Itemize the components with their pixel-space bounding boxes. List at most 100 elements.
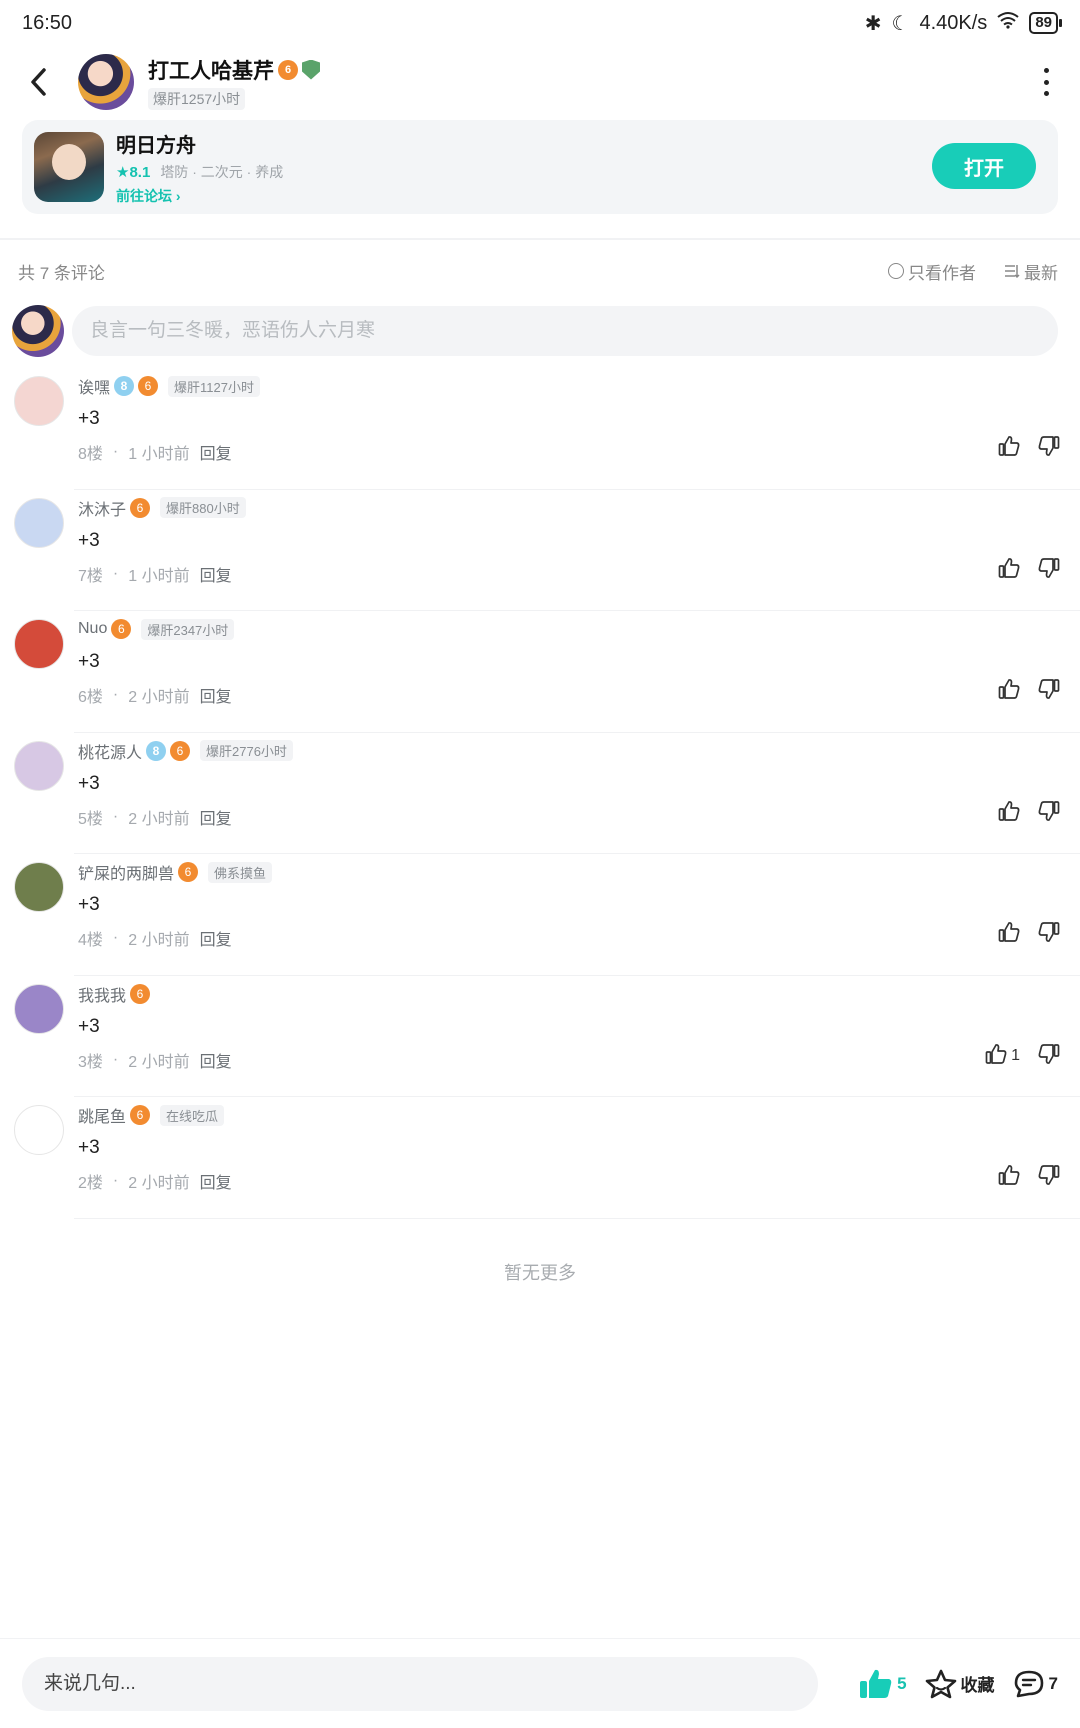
reply-button[interactable]: 回复 [200, 440, 232, 464]
net-speed: 4.40K/s [919, 11, 988, 34]
like-button[interactable] [998, 921, 1020, 948]
comment-item: 诶嘿 8 6 爆肝1127小时 +3 8楼 · 1 小时前 回复 [0, 368, 1080, 490]
game-card[interactable]: 明日方舟 ★8.1 塔防 · 二次元 · 养成 前往论坛 › 打开 [22, 120, 1058, 214]
commenter-avatar[interactable] [14, 740, 64, 791]
status-bar: 16:50 ✱ ☾ 4.40K/s 89 [0, 0, 1080, 46]
comment-item: 桃花源人 8 6 爆肝2776小时 +3 5楼 · 2 小时前 回复 [0, 733, 1080, 855]
badge-icon: 6 [170, 740, 191, 761]
back-button[interactable] [22, 65, 56, 99]
comment-floor: 3楼 [78, 1053, 103, 1071]
comment-time: 2 小时前 [128, 1175, 190, 1192]
commenter-avatar[interactable] [14, 862, 64, 912]
moon-icon: ☾ [891, 12, 910, 35]
thumbs-up-icon [998, 800, 1020, 827]
dislike-button[interactable] [1038, 435, 1060, 462]
comments-header: 共 7 条评论 只看作者 最新 [0, 240, 1080, 302]
dislike-button[interactable] [1038, 921, 1060, 948]
like-button[interactable] [998, 435, 1020, 462]
comment-item: 我我我 6 +3 3楼 · 2 小时前 回复 1 [0, 976, 1080, 1098]
thumbs-down-icon [1038, 1043, 1060, 1070]
comment-text: +3 [78, 408, 100, 429]
comments-button[interactable]: 7 [1013, 1669, 1058, 1699]
thumbs-down-icon [1038, 678, 1060, 705]
like-button[interactable] [998, 1164, 1020, 1191]
comment-item: 沐沐子 6 爆肝880小时 +3 7楼 · 1 小时前 回复 [0, 490, 1080, 612]
comment-floor: 5楼 [78, 810, 103, 828]
commenter-avatar[interactable] [14, 1105, 64, 1155]
star-icon [925, 1669, 956, 1698]
collect-button[interactable]: 收藏 [925, 1669, 995, 1699]
commenter-name[interactable]: 铲屎的两脚兽 [78, 860, 174, 884]
thumbs-up-icon [998, 1164, 1020, 1191]
comment-time: 2 小时前 [128, 689, 190, 706]
sort-button[interactable]: 最新 [1004, 259, 1058, 284]
commenter-avatar[interactable] [14, 619, 64, 669]
more-options-button[interactable] [1040, 68, 1052, 96]
author-only-label: 只看作者 [908, 263, 976, 283]
comment-time: 1 小时前 [128, 567, 190, 585]
commenter-name[interactable]: 桃花源人 [78, 739, 142, 763]
reply-button[interactable]: 回复 [200, 926, 232, 950]
thumbs-down-icon [1038, 1164, 1060, 1191]
commenter-avatar[interactable] [14, 376, 64, 426]
dislike-button[interactable] [1038, 1043, 1060, 1070]
like-button[interactable]: 1 [985, 1043, 1020, 1070]
commenter-name[interactable]: 我我我 [78, 982, 126, 1006]
thumbs-down-icon [1038, 435, 1060, 462]
shield-badge-icon [302, 59, 320, 80]
dislike-button[interactable] [1038, 1164, 1060, 1191]
comment-item: 跳尾鱼 6 在线吃瓜 +3 2楼 · 2 小时前 回复 [0, 1097, 1080, 1219]
like-button[interactable] [998, 678, 1020, 705]
reply-button[interactable]: 回复 [200, 805, 232, 829]
comment-input-row [0, 302, 1080, 360]
author-name[interactable]: 打工人哈基芹 [148, 55, 274, 85]
bottom-comment-input[interactable] [22, 1656, 818, 1711]
commenter-name[interactable]: Nuo [78, 620, 107, 638]
author-hours-tag: 爆肝1257小时 [148, 87, 246, 110]
open-game-button[interactable]: 打开 [932, 143, 1036, 189]
dot-icon [1043, 68, 1049, 73]
commenter-name[interactable]: 沐沐子 [78, 496, 126, 520]
comment-text: +3 [78, 1015, 100, 1037]
comment-text: +3 [78, 772, 100, 794]
commenter-tag: 佛系摸鱼 [208, 861, 273, 883]
comment-floor: 8楼 [78, 446, 103, 463]
game-icon [34, 132, 104, 202]
commenter-avatar[interactable] [14, 983, 64, 1034]
my-avatar [12, 305, 64, 357]
thumbs-down-icon [1038, 557, 1060, 584]
thumbs-up-icon [998, 921, 1020, 948]
comment-text: +3 [78, 1137, 100, 1158]
reply-button[interactable]: 回复 [200, 562, 232, 586]
reply-button[interactable]: 回复 [200, 1169, 232, 1193]
game-info: 明日方舟 ★8.1 塔防 · 二次元 · 养成 前往论坛 › [116, 129, 283, 206]
like-button[interactable] [998, 800, 1020, 827]
like-button[interactable] [998, 557, 1020, 584]
like-post-button[interactable]: 5 [859, 1668, 907, 1700]
commenter-name[interactable]: 诶嘿 [78, 374, 110, 398]
author-info: 打工人哈基芹 6 爆肝1257小时 [148, 55, 320, 110]
no-more-label: 暂无更多 [504, 1262, 576, 1283]
game-score: ★8.1 [116, 163, 151, 181]
wifi-icon [997, 11, 1019, 35]
author-only-toggle[interactable]: 只看作者 [888, 259, 976, 284]
dislike-button[interactable] [1038, 557, 1060, 584]
author-avatar[interactable] [78, 54, 134, 110]
comment-text: +3 [78, 894, 100, 915]
comment-input[interactable] [72, 306, 1058, 356]
game-tags: 塔防 · 二次元 · 养成 [160, 163, 284, 180]
forum-link[interactable]: 前往论坛 › [116, 186, 283, 206]
reply-button[interactable]: 回复 [200, 1048, 232, 1072]
section-divider [0, 214, 1080, 240]
commenter-name[interactable]: 跳尾鱼 [78, 1103, 126, 1127]
dislike-button[interactable] [1038, 800, 1060, 827]
comment-list: 诶嘿 8 6 爆肝1127小时 +3 8楼 · 1 小时前 回复 沐沐子 6 爆肝880小时 +3 7楼 ·… [0, 368, 1080, 1219]
reply-button[interactable]: 回复 [200, 683, 232, 707]
comment-total: 7 [1048, 1673, 1058, 1693]
commenter-avatar[interactable] [14, 497, 64, 548]
dislike-button[interactable] [1038, 678, 1060, 705]
comment-item: 铲屎的两脚兽 6 佛系摸鱼 +3 4楼 · 2 小时前 回复 [0, 854, 1080, 976]
status-icons: ✱ ☾ 4.40K/s 89 [865, 11, 1062, 36]
badge-icon: 6 [130, 983, 151, 1004]
author-level-badge: 6 [278, 59, 298, 80]
